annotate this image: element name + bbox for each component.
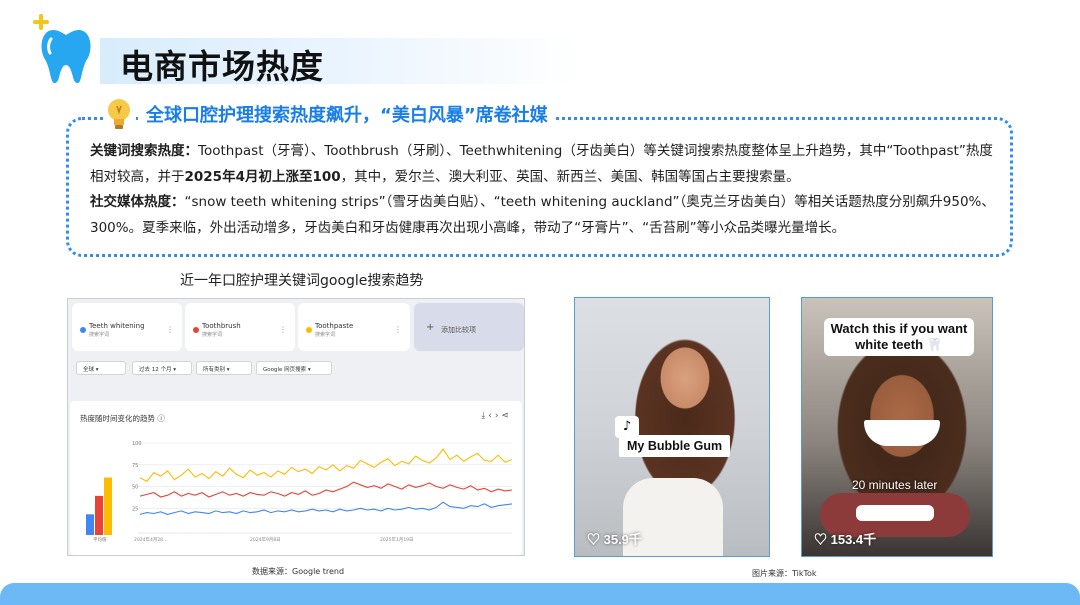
average-bar [95,495,103,535]
photo2-caption: Watch this if you want white teeth 🦷 [824,318,974,356]
series-dot-icon [306,327,312,333]
term-sub: 搜索字词 [89,332,110,338]
trends-caption: 近一年口腔护理关键词google搜索趋势 [180,273,424,289]
series-dot-icon [80,327,86,333]
filter-time[interactable]: 过去 12 个月 ▾ [132,361,192,375]
tiktok-photo-1[interactable]: ♪ My Bubble Gum ♡ 35.9千 [574,297,770,557]
keyword-highlight: 2025年4月初上涨至100 [184,168,341,185]
filter-region[interactable]: 全球 ▾ [76,361,126,375]
smile-shape [864,420,940,446]
add-comparison-button[interactable]: + 添加比较项 [414,303,524,351]
photo2-overlay: 20 minutes later [852,478,938,492]
series-line-toothbrush [139,481,513,498]
term-label: Toothbrush [202,322,241,330]
more-vert-icon[interactable]: ⋮ [166,325,174,334]
x-tick-label: 2025年1月19日 [380,536,414,543]
term-card-teeth-whitening[interactable]: Teeth whitening 搜索字词 ⋮ [72,303,182,351]
more-vert-icon[interactable]: ⋮ [279,325,287,334]
filter-category[interactable]: 所有类别 ▾ [196,361,252,375]
y-tick-label: 25 [132,506,138,512]
photo2-likes: ♡ 153.4千 [814,532,877,547]
keyword-paragraph: 关键词搜索热度：Toothpast（牙膏）、Toothbrush（牙刷）、Tee… [90,139,995,190]
photos-source: 图片来源：TikTok [752,569,817,578]
average-bar [104,477,112,535]
keyword-text-b: ，其中，爱尔兰、澳大利亚、英国、新西兰、美国、韩国等国占主要搜索量。 [340,168,800,185]
keyword-label: 关键词搜索热度： [90,143,198,159]
google-trends-panel: Teeth whitening 搜索字词 ⋮ Toothbrush 搜索字词 ⋮… [67,298,525,556]
page-title: 电商市场热度 [120,47,324,86]
series-line-toothpaste [139,448,513,482]
term-sub: 搜索字词 [202,332,223,338]
footer-bar [0,583,1080,605]
filter-search-type[interactable]: Google 网页搜索 ▾ [256,361,332,375]
series-dot-icon [193,327,199,333]
term-card-toothbrush[interactable]: Toothbrush 搜索字词 ⋮ [185,303,295,351]
trend-chart: 平均值 100 75 50 25 2024年4月28... 2024年9月8日 2025年1月… [86,441,513,543]
average-bar [86,514,94,535]
y-tick-label: 50 [132,485,138,491]
plus-icon: + [426,322,435,333]
lightbulb-icon [104,96,134,134]
x-tick-label: 2024年9月8日 [250,536,281,543]
term-label: Teeth whitening [89,322,145,330]
x-tick-label: 2024年4月28... [134,536,167,543]
tooth-icon [41,29,91,84]
more-vert-icon[interactable]: ⋮ [394,325,402,334]
photo1-caption: My Bubble Gum [619,435,731,457]
term-card-toothpaste[interactable]: Toothpaste 搜索字词 ⋮ [298,303,410,351]
y-tick-label: 75 [132,463,138,469]
term-label: Toothpaste [315,322,354,330]
average-label: 平均值 [93,536,107,543]
highlight-title: 全球口腔护理搜索热度飙升，“美白风暴”席卷社媒 [138,101,556,127]
social-text: “snow teeth whitening strips”（雪牙齿美白贴）、“t… [90,194,995,236]
trends-source: 数据来源：Google trend [252,567,345,576]
social-label: 社交媒体热度： [90,194,185,210]
term-sub: 搜索字词 [315,332,336,338]
tiktok-photo-2[interactable]: Watch this if you want white teeth 🦷 20 … [801,297,993,557]
y-tick-label: 100 [132,441,142,447]
photo1-likes: ♡ 35.9千 [587,532,642,547]
add-comparison-label: 添加比较项 [441,326,476,334]
trend-chart-card: 热度随时间变化的趋势 ⓘ ⤓‹›⋖ 平均值 100 75 50 25 2024年4月28.… [70,401,522,555]
social-paragraph: 社交媒体热度：“snow teeth whitening strips”（雪牙齿… [90,190,995,241]
